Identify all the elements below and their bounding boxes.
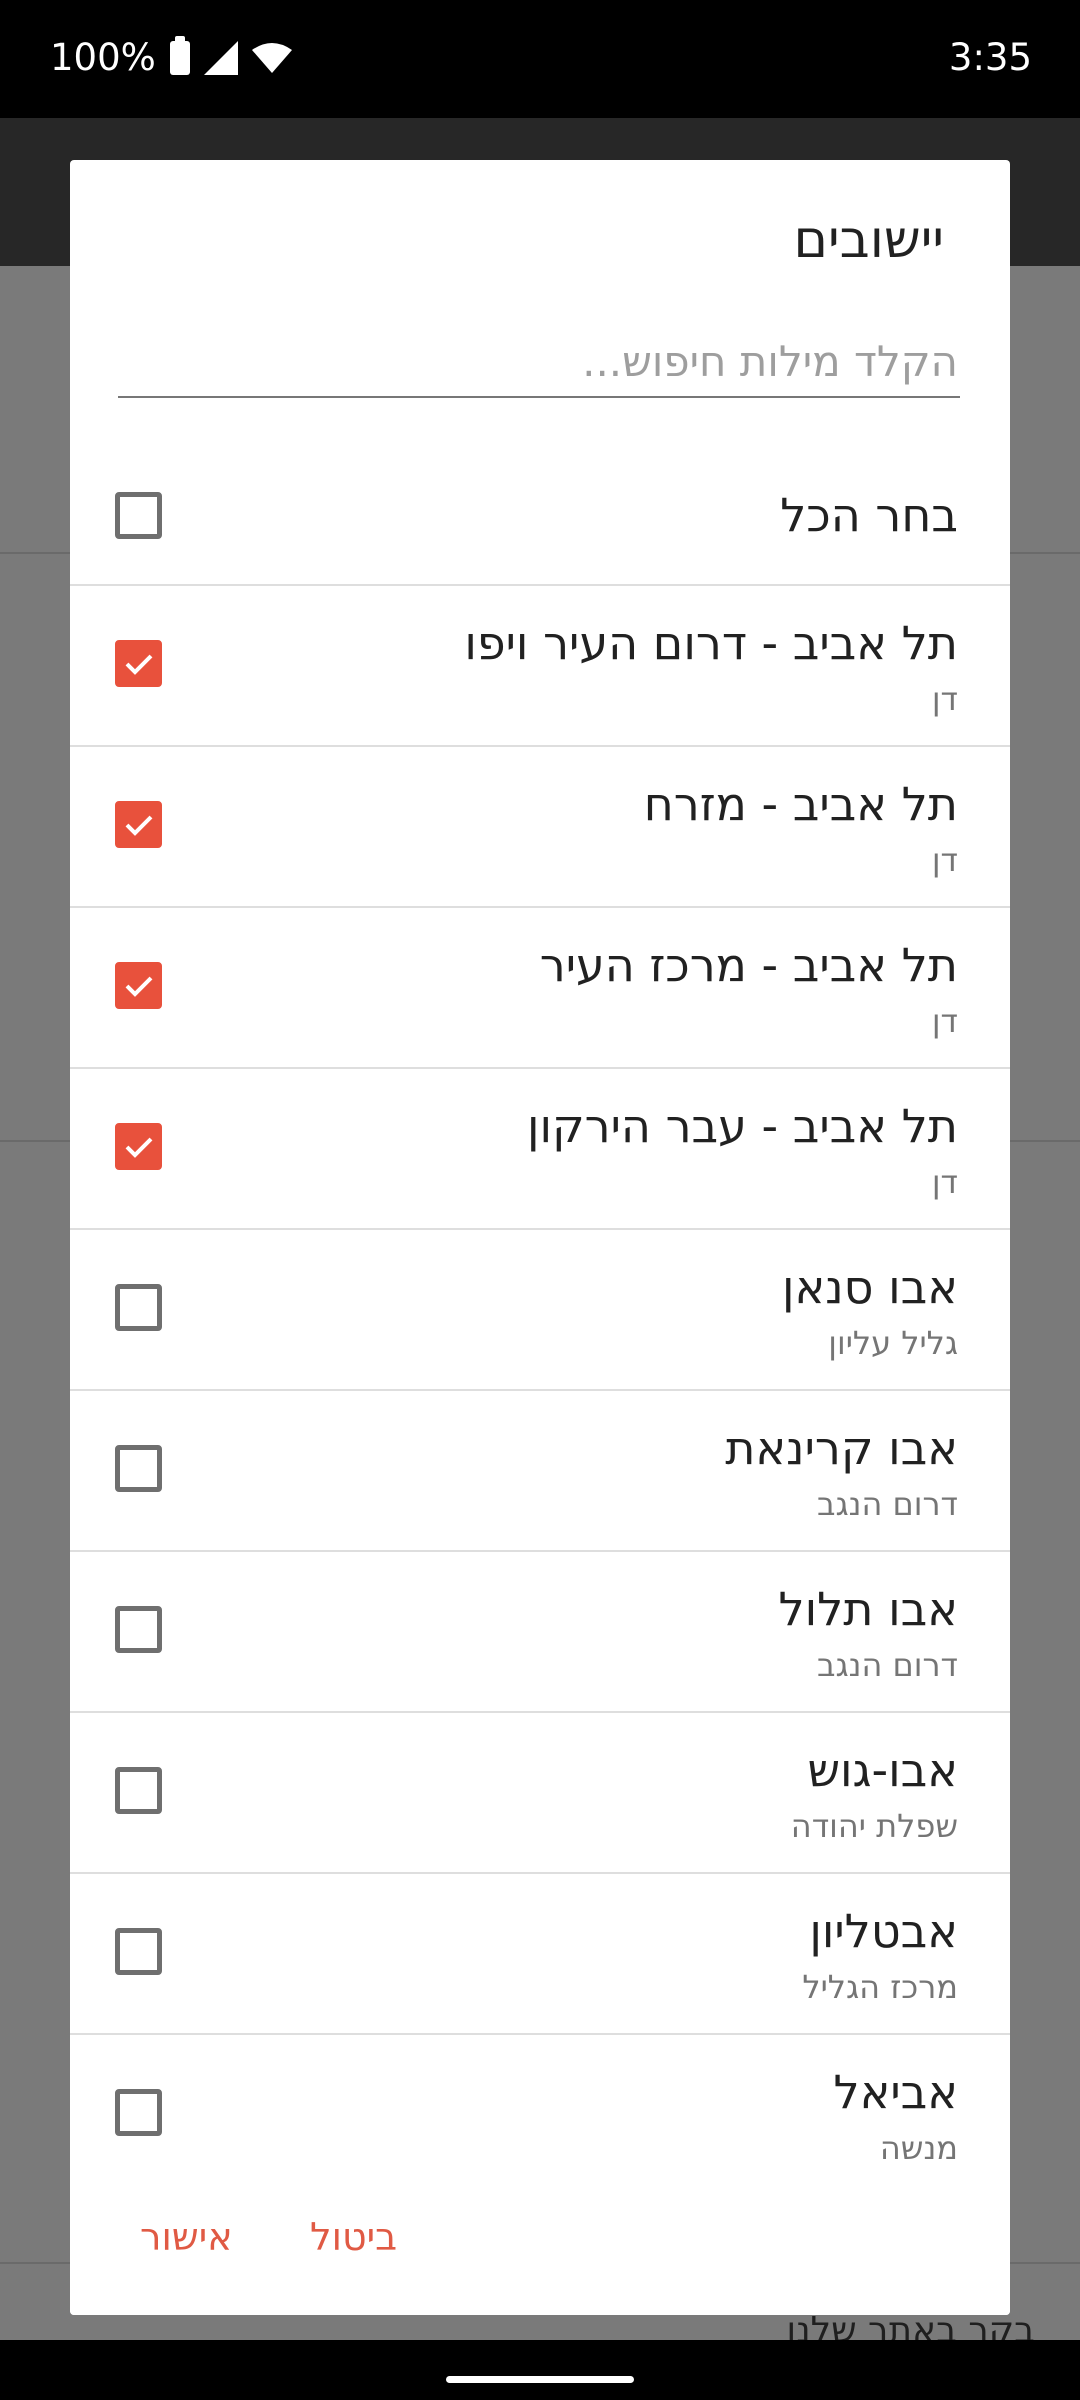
- checkmark-icon: [125, 1137, 152, 1158]
- settlement-region: דן: [931, 1002, 958, 1040]
- status-icons: 100%: [50, 35, 292, 79]
- settlements-list[interactable]: בחר הכל תל אביב - דרום העיר ויפו דן תל אבי…: [70, 446, 1010, 2315]
- list-item[interactable]: תל אביב - מזרח דן: [70, 747, 1010, 908]
- settlement-region: דן: [931, 1163, 958, 1201]
- item-checkbox[interactable]: [115, 962, 162, 1009]
- checkmark-icon: [125, 976, 152, 997]
- battery-percent: 100%: [50, 36, 156, 79]
- select-all-label: בחר הכל: [780, 488, 958, 542]
- list-item[interactable]: אבו-גוש שפלת יהודה: [70, 1713, 1010, 1874]
- list-item[interactable]: תל אביב - דרום העיר ויפו דן: [70, 586, 1010, 747]
- settlement-name: אבו תלול: [778, 1582, 958, 1636]
- checkmark-icon: [125, 654, 152, 675]
- item-checkbox[interactable]: [115, 801, 162, 848]
- status-bar: 100% 3:35: [0, 0, 1080, 118]
- list-item[interactable]: אבו סנאן גליל עליון: [70, 1230, 1010, 1391]
- dialog-title: יישובים: [793, 210, 944, 270]
- settlement-name: אבו-גוש: [807, 1743, 958, 1797]
- item-checkbox[interactable]: [115, 1123, 162, 1170]
- dialog-actions: אישור ביטול: [70, 2165, 1010, 2315]
- item-checkbox[interactable]: [115, 1928, 162, 1975]
- wifi-icon: [251, 42, 292, 73]
- search-input[interactable]: [118, 330, 960, 398]
- settlement-region: גליל עליון: [828, 1324, 958, 1362]
- select-all-row[interactable]: בחר הכל: [70, 446, 1010, 586]
- list-item[interactable]: אבו קרינאת דרום הנגב: [70, 1391, 1010, 1552]
- clock: 3:35: [948, 36, 1032, 79]
- settlement-name: תל אביב - דרום העיר ויפו: [464, 616, 958, 670]
- list-item[interactable]: אבטליון מרכז הגליל: [70, 1874, 1010, 2035]
- item-checkbox[interactable]: [115, 2089, 162, 2136]
- settlement-name: אבטליון: [809, 1904, 958, 1958]
- item-checkbox[interactable]: [115, 1767, 162, 1814]
- signal-icon: [203, 40, 238, 75]
- settlement-name: תל אביב - מזרח: [643, 777, 958, 831]
- settlement-region: מרכז הגליל: [802, 1968, 958, 2006]
- settlement-name: תל אביב - עבר הירקון: [526, 1099, 958, 1153]
- settlement-name: אביאל: [833, 2065, 958, 2119]
- settlements-dialog: יישובים בחר הכל תל אביב - דרום העיר ויפו…: [70, 160, 1010, 2315]
- settlement-region: דרום הנגב: [816, 1485, 958, 1523]
- select-all-checkbox[interactable]: [115, 492, 162, 539]
- item-checkbox[interactable]: [115, 640, 162, 687]
- item-checkbox[interactable]: [115, 1606, 162, 1653]
- navigation-bar: [0, 2340, 1080, 2400]
- checkmark-icon: [125, 815, 152, 836]
- settlement-region: דרום הנגב: [816, 1646, 958, 1684]
- item-checkbox[interactable]: [115, 1445, 162, 1492]
- settlement-name: אבו סנאן: [781, 1260, 958, 1314]
- settlement-region: דן: [931, 680, 958, 718]
- battery-icon: [169, 35, 190, 75]
- settlement-region: שפלת יהודה: [790, 1807, 958, 1845]
- settlement-name: אבו קרינאת: [725, 1421, 958, 1475]
- cancel-button[interactable]: ביטול: [310, 2215, 397, 2259]
- list-item[interactable]: תל אביב - עבר הירקון דן: [70, 1069, 1010, 1230]
- home-handle[interactable]: [446, 2376, 634, 2383]
- list-item[interactable]: תל אביב - מרכז העיר דן: [70, 908, 1010, 1069]
- settlement-region: דן: [931, 841, 958, 879]
- settlement-region: מנשה: [879, 2129, 958, 2167]
- item-checkbox[interactable]: [115, 1284, 162, 1331]
- ok-button[interactable]: אישור: [140, 2215, 233, 2259]
- list-item[interactable]: אבו תלול דרום הנגב: [70, 1552, 1010, 1713]
- settlement-name: תל אביב - מרכז העיר: [539, 938, 958, 992]
